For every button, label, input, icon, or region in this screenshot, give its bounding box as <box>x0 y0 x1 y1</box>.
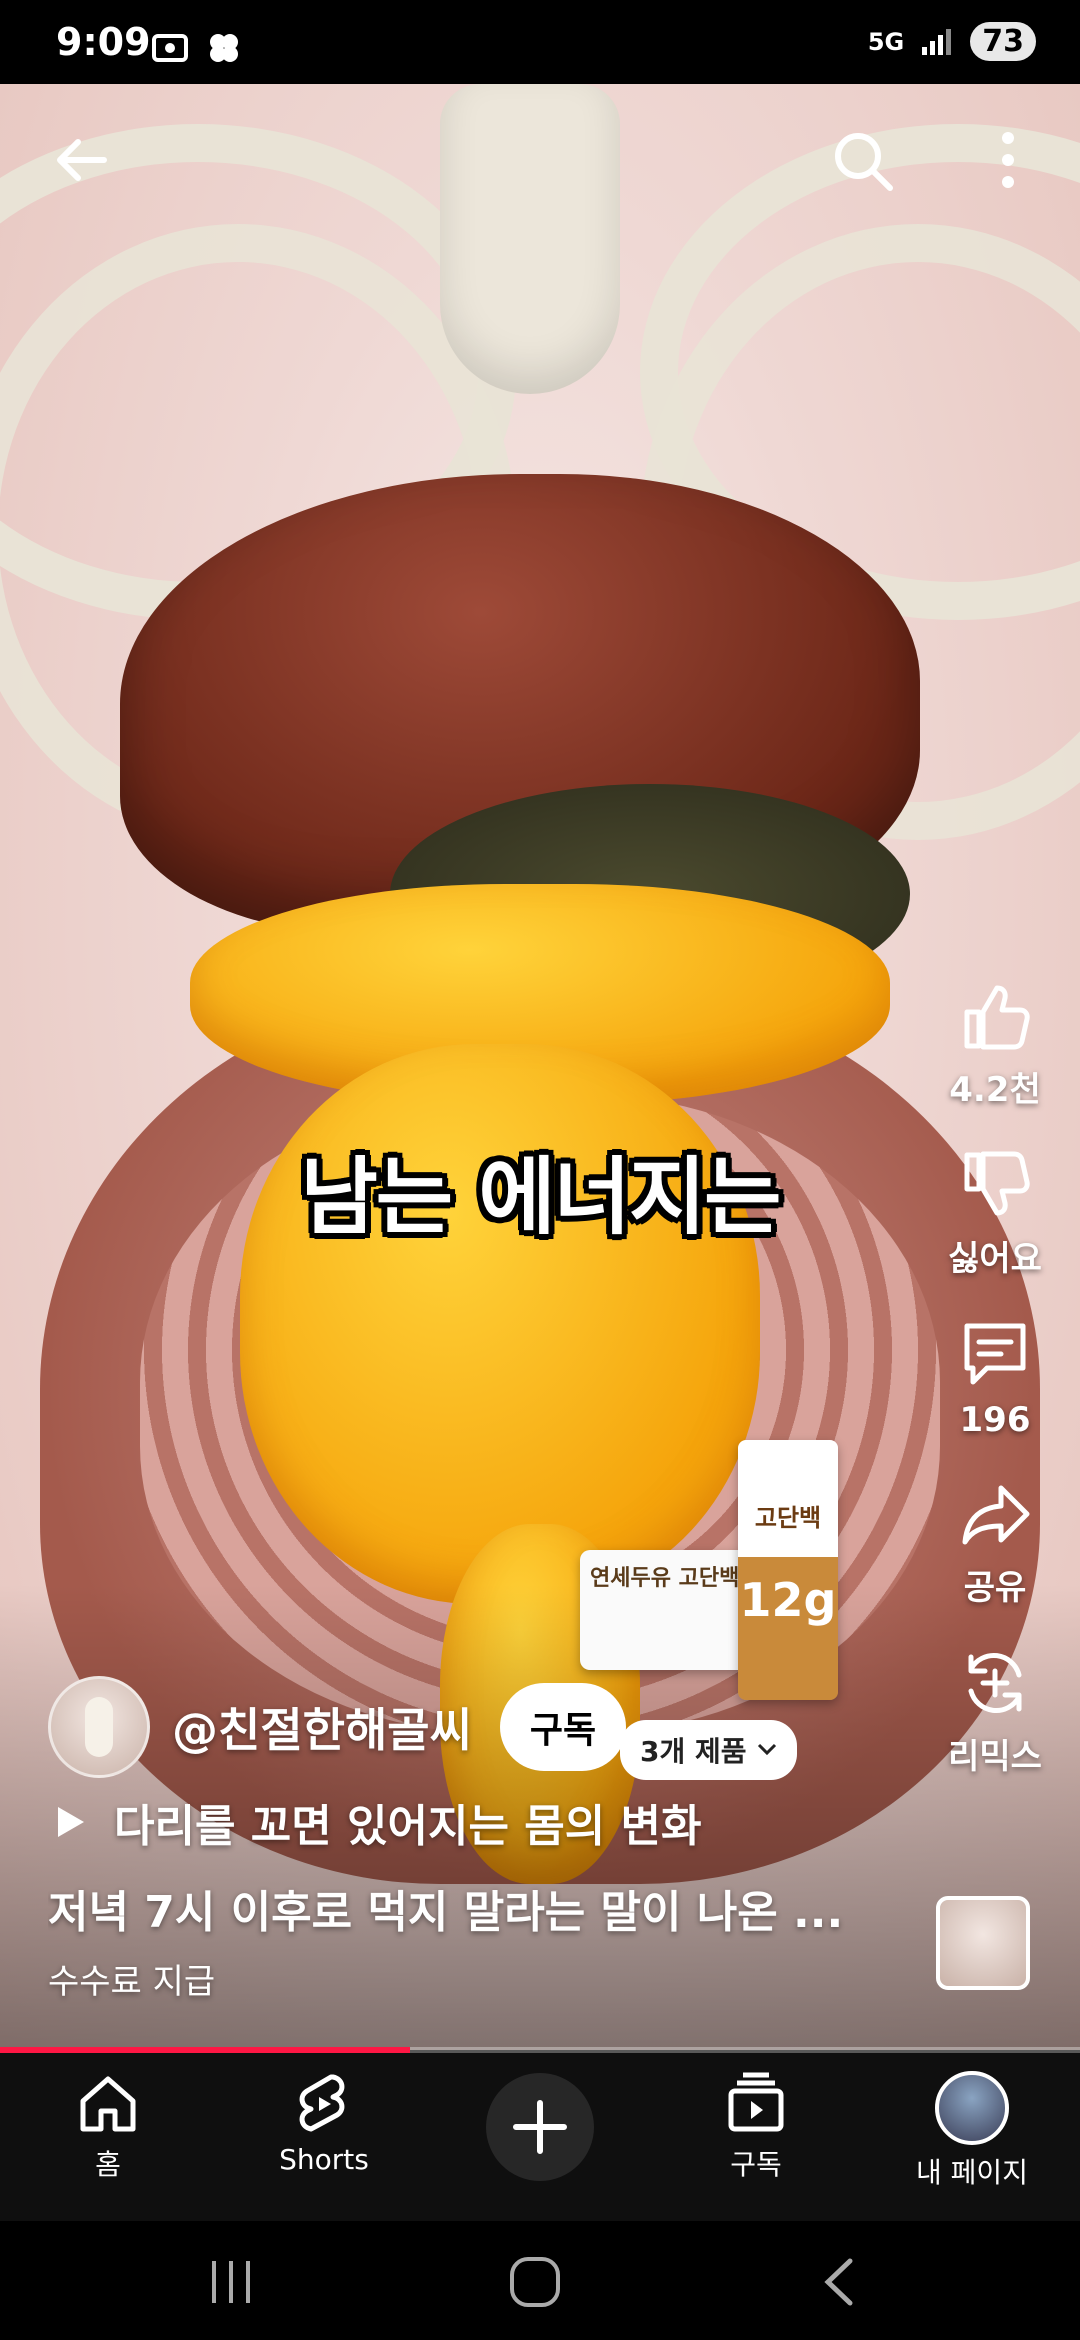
bottom-navigation: 홈 Shorts 구독 내 페이지 <box>0 2053 1080 2221</box>
nav-subscriptions-label: 구독 <box>730 2148 782 2181</box>
carton-grams: 12g <box>739 1573 837 1627</box>
clover-icon <box>210 34 238 62</box>
comment-count: 196 <box>959 1400 1031 1440</box>
dislike-label: 싫어요 <box>948 1239 1042 1279</box>
back-chevron-icon[interactable] <box>818 2257 858 2307</box>
nav-home-label: 홈 <box>95 2148 121 2181</box>
nav-shorts[interactable]: Shorts <box>224 2071 424 2176</box>
paid-promotion-label[interactable]: 수수료 지급 <box>48 1954 215 2003</box>
status-right: 5G 73 <box>868 22 1036 61</box>
home-icon <box>80 2076 136 2132</box>
more-options-button[interactable] <box>996 128 1020 196</box>
chevron-down-icon <box>757 1743 776 1756</box>
nav-subscriptions[interactable]: 구독 <box>656 2071 856 2183</box>
video-description[interactable]: 저녁 7시 이후로 먹지 말라는 말이 나온 ... <box>48 1876 878 1940</box>
video-caption: 남는 에너지는 <box>300 1148 782 1246</box>
sound-thumbnail[interactable] <box>936 1896 1030 1990</box>
home-circle-icon[interactable] <box>508 2255 562 2309</box>
like-button[interactable]: 4.2천 <box>949 978 1041 1111</box>
battery-level: 73 <box>970 22 1036 61</box>
dislike-button[interactable]: 싫어요 <box>948 1147 1042 1280</box>
arrow-left-icon <box>57 139 107 181</box>
remix-icon <box>968 1652 1022 1714</box>
products-button[interactable]: 3개 제품 <box>620 1720 797 1780</box>
channel-avatar[interactable] <box>48 1676 150 1778</box>
products-label: 3개 제품 <box>640 1735 747 1768</box>
thumbs-up-icon <box>964 985 1030 1050</box>
related-video-link[interactable]: 다리를 꼬면 있어지는 몸의 변화 <box>54 1790 702 1854</box>
plus-icon <box>513 2100 567 2154</box>
side-actions: 4.2천 싫어요 196 공유 리믹스 <box>930 978 1060 1814</box>
subscribe-button[interactable]: 구독 <box>499 1683 627 1771</box>
channel-handle[interactable]: @친절한해골씨 <box>172 1694 472 1760</box>
status-notification-icons <box>150 28 244 68</box>
status-time: 9:09 <box>56 20 151 64</box>
channel-row: @친절한해골씨 구독 <box>48 1676 627 1778</box>
remix-button[interactable]: 리믹스 <box>948 1645 1042 1778</box>
screen-recorder-icon <box>152 34 188 62</box>
share-button[interactable]: 공유 <box>957 1476 1033 1609</box>
search-icon <box>835 133 893 191</box>
network-label: 5G <box>867 27 905 56</box>
play-icon <box>58 1807 84 1837</box>
system-navigation-bar <box>0 2221 1080 2340</box>
share-label: 공유 <box>963 1568 1027 1608</box>
status-bar: 9:09 5G 73 <box>0 0 1080 84</box>
nav-my-page-label: 내 페이지 <box>916 2156 1028 2189</box>
like-count: 4.2천 <box>949 1070 1041 1110</box>
profile-avatar <box>935 2071 1009 2145</box>
nav-shorts-label: Shorts <box>279 2143 369 2176</box>
comments-button[interactable]: 196 <box>957 1316 1033 1440</box>
nav-home[interactable]: 홈 <box>8 2071 208 2183</box>
comment-icon <box>964 1323 1026 1385</box>
subscriptions-icon <box>728 2072 784 2132</box>
create-button[interactable] <box>486 2073 594 2181</box>
shorts-icon <box>299 2074 345 2132</box>
remix-label: 리믹스 <box>948 1737 1042 1777</box>
signal-icon <box>922 28 952 55</box>
product-box-image: 연세두유 고단백 <box>580 1550 750 1670</box>
recent-apps-icon[interactable] <box>206 2257 256 2307</box>
back-button[interactable] <box>50 128 114 196</box>
more-vert-icon <box>1002 132 1014 188</box>
thumbs-down-icon <box>964 1151 1030 1216</box>
related-video-title: 다리를 꼬면 있어지는 몸의 변화 <box>114 1801 702 1852</box>
nav-my-page[interactable]: 내 페이지 <box>872 2071 1072 2191</box>
share-icon <box>962 1485 1030 1545</box>
carton-title: 고단백 <box>754 1504 822 1532</box>
sternum <box>440 84 620 394</box>
search-button[interactable] <box>830 128 898 200</box>
product-carton-image: 고단백 12g <box>738 1440 838 1700</box>
